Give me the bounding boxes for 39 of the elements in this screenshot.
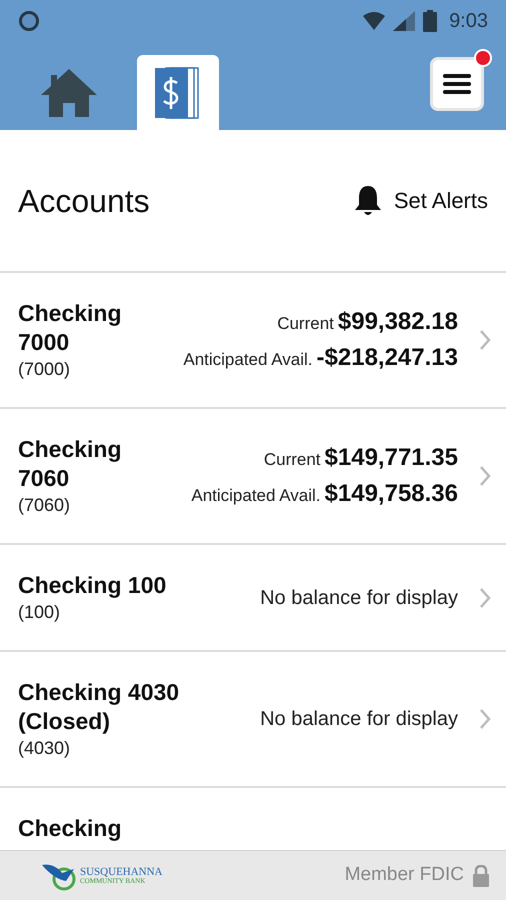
balance-label: Anticipated Avail. bbox=[191, 485, 321, 507]
account-name: Checking bbox=[18, 814, 123, 843]
bell-icon bbox=[354, 184, 382, 216]
nav-tab[interactable] bbox=[137, 55, 219, 130]
balance-label: Current bbox=[264, 449, 321, 471]
home-icon bbox=[39, 66, 99, 118]
account-name: Checking 7000 bbox=[18, 299, 123, 357]
circle-icon bbox=[18, 10, 40, 32]
balance-label: Anticipated Avail. bbox=[183, 349, 313, 371]
balance-amount: -$218,247.13 bbox=[316, 343, 458, 373]
account-name: Checking 7060 bbox=[18, 435, 123, 493]
chevron-right-icon bbox=[478, 707, 492, 731]
lock-icon bbox=[472, 864, 490, 886]
battery-icon bbox=[423, 10, 438, 32]
menu-icon bbox=[443, 72, 471, 96]
balance-message: No balance for display bbox=[260, 707, 458, 732]
account-number: (7000) bbox=[18, 358, 72, 381]
signal-icon bbox=[393, 11, 416, 31]
money-cards-icon bbox=[154, 66, 202, 118]
balance-amount: $149,771.35 bbox=[324, 443, 458, 473]
set-alerts-button[interactable]: Set Alerts bbox=[354, 184, 488, 217]
account-number: (4030) bbox=[18, 737, 72, 760]
chevron-right-icon bbox=[478, 328, 492, 352]
account-number: (7060) bbox=[18, 494, 72, 517]
balance-amount: $149,758.36 bbox=[324, 479, 458, 509]
page-title: Accounts bbox=[18, 182, 150, 220]
balance-label: Current bbox=[277, 313, 334, 335]
menu-button[interactable] bbox=[430, 57, 484, 111]
account-name: Checking 100 bbox=[18, 571, 168, 600]
account-name: Checking 4030 (Closed) bbox=[18, 678, 180, 736]
bank-name: SUSQUEHANNA bbox=[80, 866, 163, 878]
member-fdic-text: Member FDIC bbox=[344, 863, 464, 888]
wifi-icon bbox=[363, 12, 386, 30]
status-time: 9:03 bbox=[449, 9, 488, 34]
account-number: (100) bbox=[18, 601, 62, 624]
chevron-right-icon bbox=[478, 586, 492, 610]
chevron-right-icon bbox=[478, 464, 492, 488]
balance-message: No balance for display bbox=[260, 586, 458, 610]
balance-amount: $99,382.18 bbox=[338, 307, 458, 337]
